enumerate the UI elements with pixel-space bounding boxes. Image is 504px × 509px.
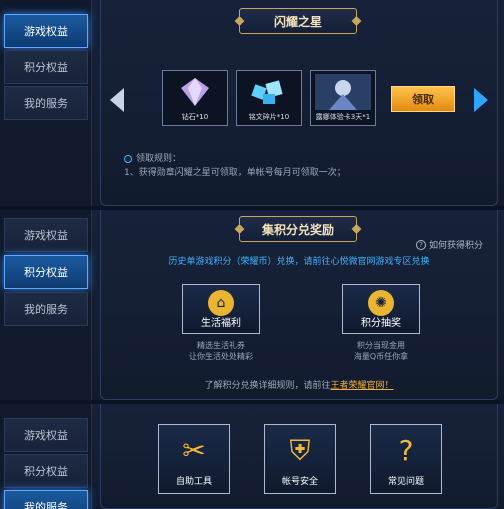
- sidebar-item-my-services[interactable]: 我的服务: [4, 86, 88, 120]
- points-benefits-panel: 游戏权益 积分权益 我的服务 ? 如何获得积分 历史单游戏积分（荣耀币）兑换，请…: [0, 210, 504, 400]
- feature-desc-line: 让你生活处处精彩: [189, 352, 253, 361]
- reward-card: 露娜体验卡3天*1: [310, 70, 376, 126]
- footer-note: 了解积分兑换详细规则，请前往王者荣耀官网！: [101, 378, 497, 391]
- sidebar: 游戏权益 积分权益 我的服务: [0, 404, 92, 509]
- sidebar-item-points-benefits[interactable]: 积分权益: [4, 50, 88, 84]
- rules-text: 1、获得勋章闪耀之星可领取，单帐号每月可领取一次；: [124, 168, 346, 178]
- crystal-fragments-icon: [241, 74, 297, 110]
- sidebar-item-points-benefits[interactable]: 积分权益: [4, 255, 88, 289]
- self-service-tools-button[interactable]: ✂ 自助工具: [158, 424, 230, 494]
- help-label: 如何获得积分: [428, 241, 483, 251]
- my-services-panel: 游戏权益 积分权益 我的服务 ✂ 自助工具 ⛨ 帐号安全 ? 常见问题: [0, 404, 504, 509]
- question-icon: ?: [415, 239, 426, 250]
- service-label: 常见问题: [387, 477, 424, 487]
- reward-card: 铭文碎片*10: [236, 70, 302, 126]
- shield-icon: ⛨: [289, 434, 311, 467]
- section-banner: 集积分兑奖励: [239, 216, 357, 242]
- feature-desc-line: 海量Q币任你拿: [353, 352, 409, 361]
- info-icon: [124, 155, 132, 163]
- reward-card: 钻石*10: [162, 70, 228, 126]
- claim-button[interactable]: 领取: [391, 86, 455, 112]
- sidebar: 游戏权益 积分权益 我的服务: [0, 210, 92, 400]
- faq-button[interactable]: ? 常见问题: [370, 424, 442, 494]
- arrow-right-icon[interactable]: [474, 88, 488, 112]
- sidebar-item-game-benefits[interactable]: 游戏权益: [4, 218, 88, 252]
- account-security-button[interactable]: ⛨ 帐号安全: [264, 424, 336, 494]
- lottery-wheel-icon: ✺: [368, 290, 394, 316]
- service-label: 自助工具: [175, 477, 212, 487]
- feature-desc-line: 精选生活礼券: [197, 341, 245, 350]
- gift-home-icon: ⌂: [208, 290, 234, 316]
- footer-prefix: 了解积分兑换详细规则，请前往: [204, 381, 331, 391]
- reward-label: 露娜体验卡3天*1: [315, 113, 371, 121]
- feature-label: 生活福利: [201, 318, 241, 329]
- diamond-icon: [167, 74, 223, 110]
- points-lottery-button[interactable]: ✺ 积分抽奖: [342, 284, 420, 334]
- reward-label: 铭文碎片*10: [248, 113, 290, 121]
- feature-description: 精选生活礼券 让你生活处处精彩: [166, 340, 276, 362]
- claim-rules: 领取规则： 1、获得勋章闪耀之星可领取，单帐号每月可领取一次；: [124, 152, 346, 180]
- sidebar-item-points-benefits[interactable]: 积分权益: [4, 454, 88, 488]
- hero-skin-card-icon: [315, 74, 371, 110]
- rules-title: 领取规则：: [136, 154, 182, 164]
- section-banner: 闪耀之星: [239, 8, 357, 34]
- sidebar: 游戏权益 积分权益 我的服务: [0, 0, 92, 206]
- sidebar-item-game-benefits[interactable]: 游戏权益: [4, 418, 88, 452]
- sidebar-item-my-services[interactable]: 我的服务: [4, 292, 88, 326]
- arrow-left-icon[interactable]: [110, 88, 124, 112]
- question-icon: ?: [398, 434, 414, 467]
- tools-icon: ✂: [182, 434, 206, 467]
- service-label: 帐号安全: [281, 477, 318, 487]
- feature-desc-line: 积分当现金用: [357, 341, 405, 350]
- how-to-get-points-link[interactable]: ? 如何获得积分: [415, 238, 483, 251]
- history-points-note: 历史单游戏积分（荣耀币）兑换，请前往心悦微官网游戏专区兑换: [168, 257, 430, 267]
- feature-label: 积分抽奖: [361, 318, 401, 329]
- official-site-link[interactable]: 王者荣耀官网！: [331, 381, 394, 391]
- sidebar-item-my-services[interactable]: 我的服务: [4, 490, 88, 509]
- life-benefits-button[interactable]: ⌂ 生活福利: [182, 284, 260, 334]
- game-benefits-panel: 游戏权益 积分权益 我的服务 闪耀之星 钻石*10 铭文碎片*10 露娜体验卡3…: [0, 0, 504, 206]
- reward-label: 钻石*10: [181, 113, 209, 121]
- sidebar-item-game-benefits[interactable]: 游戏权益: [4, 14, 88, 48]
- feature-description: 积分当现金用 海量Q币任你拿: [326, 340, 436, 362]
